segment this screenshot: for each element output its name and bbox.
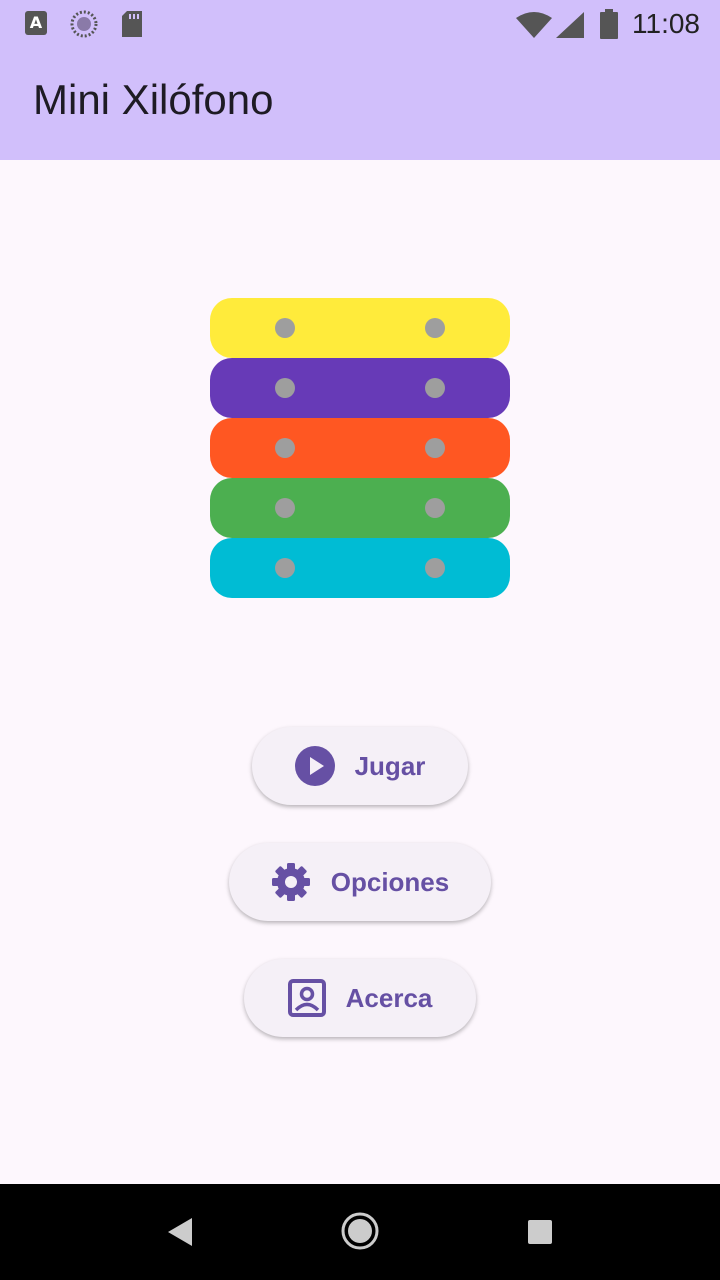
xylophone-bar-green bbox=[210, 478, 510, 538]
xylophone-illustration bbox=[210, 298, 510, 598]
sd-card-icon bbox=[120, 10, 144, 43]
options-button-label: Opciones bbox=[330, 866, 450, 897]
bar-pin bbox=[275, 318, 295, 338]
bar-pin bbox=[425, 558, 445, 578]
back-icon[interactable] bbox=[166, 1212, 194, 1257]
xylophone-bar-purple bbox=[210, 358, 510, 418]
xylophone-bar-orange bbox=[210, 418, 510, 478]
bar-pin bbox=[425, 378, 445, 398]
battery-icon bbox=[600, 9, 618, 44]
xylophone-bar-cyan bbox=[210, 538, 510, 598]
bar-pin bbox=[425, 318, 445, 338]
status-time: 11:08 bbox=[632, 8, 700, 39]
play-button[interactable]: Jugar bbox=[252, 727, 468, 805]
bar-pin bbox=[275, 438, 295, 458]
about-button-label: Acerca bbox=[345, 982, 433, 1013]
status-bar: A 11:08 bbox=[0, 0, 720, 48]
app-bar: Mini Xilófono bbox=[0, 48, 720, 160]
loading-circle-icon bbox=[70, 10, 98, 43]
bar-pin bbox=[275, 378, 295, 398]
about-button[interactable]: Acerca bbox=[244, 959, 476, 1037]
bar-pin bbox=[425, 498, 445, 518]
contact-portrait-icon bbox=[287, 979, 326, 1017]
gear-icon bbox=[271, 862, 311, 902]
play-circle-icon bbox=[294, 746, 335, 786]
bar-pin bbox=[275, 558, 295, 578]
cell-signal-icon bbox=[556, 12, 584, 43]
keyboard-a-icon: A bbox=[24, 10, 48, 41]
svg-text:A: A bbox=[30, 13, 43, 32]
options-button[interactable]: Opciones bbox=[229, 843, 491, 921]
bar-pin bbox=[425, 438, 445, 458]
wifi-icon bbox=[516, 12, 552, 43]
system-nav-bar bbox=[0, 1184, 720, 1280]
recents-icon[interactable] bbox=[526, 1212, 554, 1257]
page-title: Mini Xilófono bbox=[33, 76, 274, 123]
bar-pin bbox=[275, 498, 295, 518]
home-icon[interactable] bbox=[340, 1209, 380, 1258]
play-button-label: Jugar bbox=[354, 750, 426, 781]
xylophone-bar-yellow bbox=[210, 298, 510, 358]
